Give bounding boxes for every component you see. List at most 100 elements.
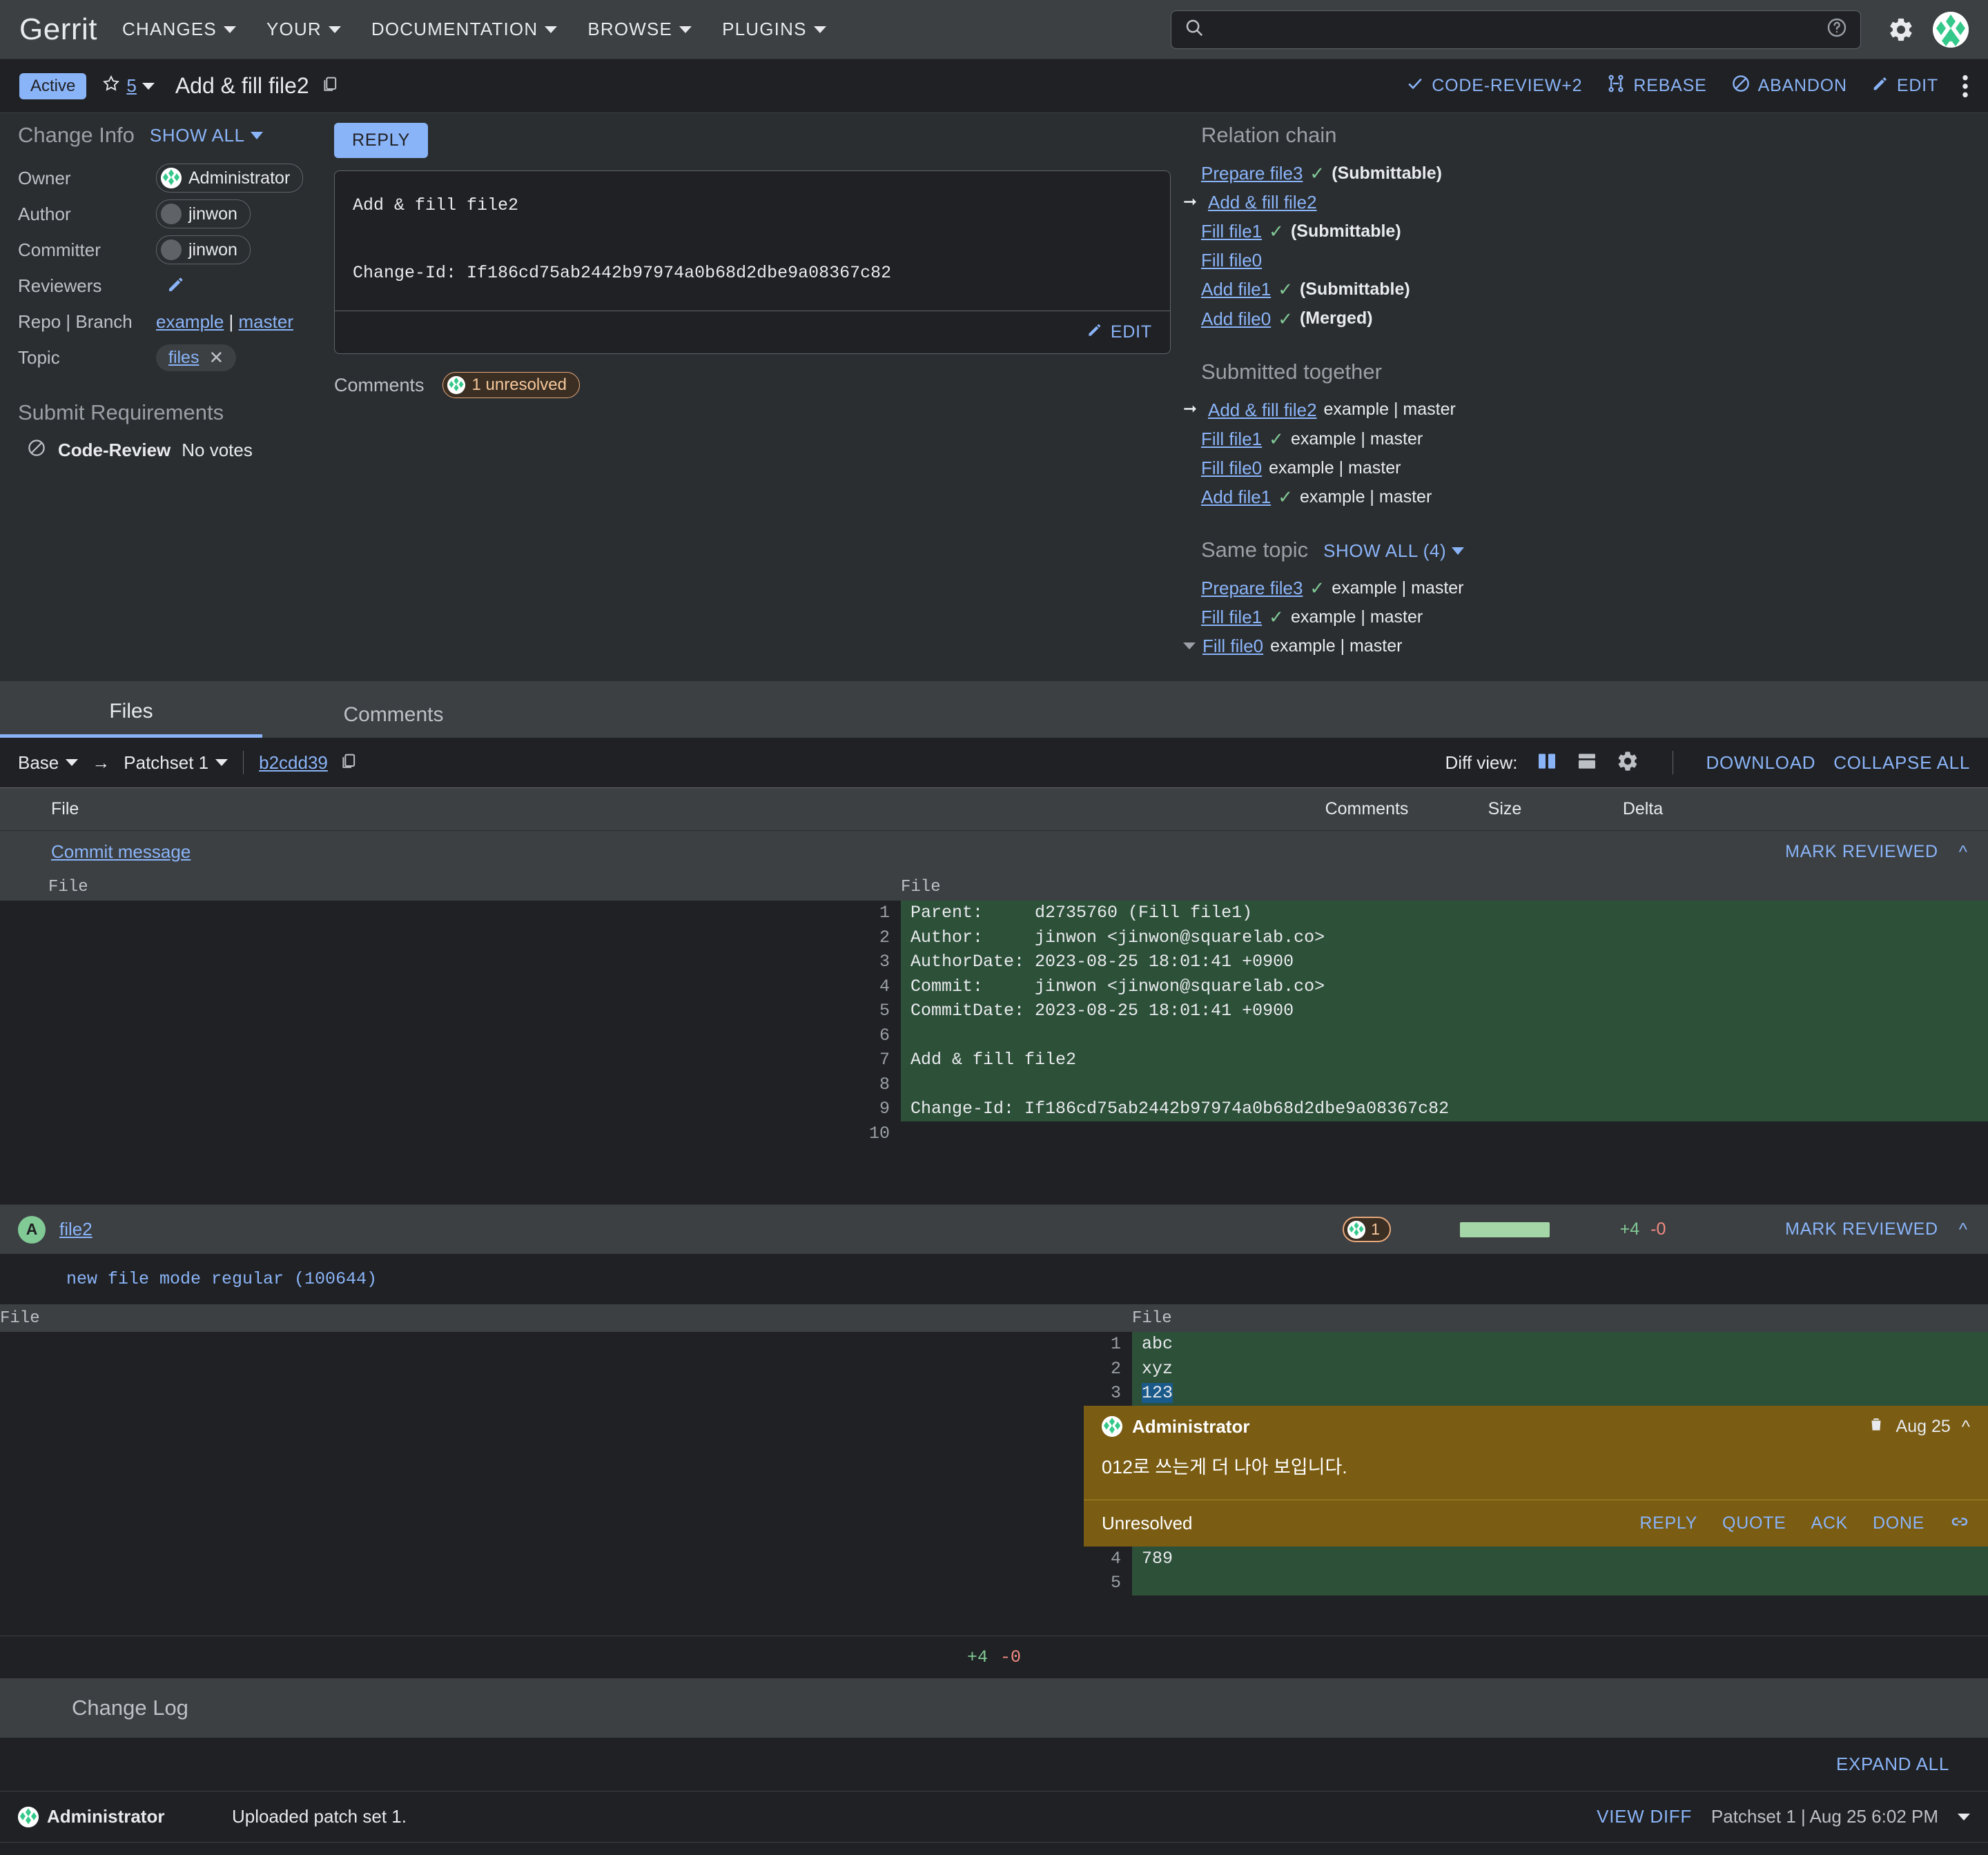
view-diff-button[interactable]: VIEW DIFF	[1597, 1806, 1692, 1827]
help-circle-icon[interactable]	[1826, 17, 1848, 42]
edit-button[interactable]: EDIT	[1871, 74, 1938, 98]
diff-view-controls: Diff view: DOWNLOAD COLLAPSE ALL	[1445, 749, 1970, 776]
chevron-up-icon[interactable]: ^	[1962, 1416, 1970, 1437]
nav-item-documentation[interactable]: DOCUMENTATION	[371, 19, 558, 40]
comment-count-chip[interactable]: 1	[1343, 1217, 1391, 1243]
submitted-together-link[interactable]: Add & fill file2	[1208, 395, 1317, 424]
chevron-down-icon	[215, 759, 228, 767]
copy-icon[interactable]	[320, 75, 340, 97]
relations-panel: Relation chain Prepare file3 ✓ (Submitta…	[1180, 123, 1988, 660]
close-icon[interactable]: ✕	[208, 349, 224, 366]
chevron-down-icon[interactable]	[142, 82, 155, 90]
edit-commit-message-button[interactable]: EDIT	[1086, 321, 1152, 344]
collapse-all-button[interactable]: COLLAPSE ALL	[1833, 752, 1970, 774]
comment-ack-button[interactable]: ACK	[1811, 1513, 1848, 1533]
search-input[interactable]	[1214, 19, 1816, 40]
gear-icon[interactable]	[1887, 16, 1915, 43]
list-item[interactable]: Administrator Topic set to files Patchse…	[0, 1843, 1988, 1855]
copy-icon[interactable]	[339, 752, 358, 774]
comment-reply-button[interactable]: REPLY	[1639, 1513, 1697, 1533]
change-info-header: Change Info SHOW ALL	[18, 123, 308, 148]
gerrit-logo[interactable]: Gerrit	[19, 12, 97, 47]
author-chip[interactable]: jinwon	[156, 199, 251, 228]
same-topic-link[interactable]: Fill file0	[1202, 631, 1263, 660]
edit-reviewers-button[interactable]	[156, 274, 186, 298]
diff-line: 6	[852, 1023, 1988, 1048]
same-topic-link[interactable]: Prepare file3	[1201, 573, 1303, 602]
star-control[interactable]: 5	[101, 74, 155, 98]
submitted-together-link[interactable]: Fill file1	[1201, 424, 1262, 453]
line-content	[901, 1023, 1988, 1048]
owner-chip[interactable]: Administrator	[156, 164, 304, 193]
unresolved-comments-chip[interactable]: 1 unresolved	[442, 372, 580, 399]
file-link-file2[interactable]: file2	[59, 1219, 92, 1240]
search-box[interactable]	[1171, 10, 1861, 49]
user-avatar[interactable]	[1933, 11, 1969, 48]
diff-footer-removed: -0	[1000, 1647, 1022, 1668]
same-topic-show-all-button[interactable]: SHOW ALL (4)	[1323, 540, 1465, 562]
tab-files[interactable]: Files	[0, 700, 262, 738]
topic-link[interactable]: files	[168, 348, 199, 368]
topic-chip[interactable]: files ✕	[156, 344, 237, 371]
change-log-message: Uploaded patch set 1.	[232, 1806, 407, 1827]
list-item[interactable]: Administrator Uploaded patch set 1. VIEW…	[0, 1792, 1988, 1843]
relation-chain-link[interactable]: Add & fill file2	[1208, 188, 1317, 217]
relation-chain-link[interactable]: Prepare file3	[1201, 159, 1303, 188]
rebase-button[interactable]: REBASE	[1606, 73, 1706, 99]
expand-all-button[interactable]: EXPAND ALL	[1836, 1754, 1949, 1775]
mark-reviewed-button[interactable]: MARK REVIEWED	[1785, 842, 1938, 862]
chevron-down-icon[interactable]	[1958, 1813, 1970, 1820]
diff-line-commented[interactable]: 3 123	[1084, 1381, 1988, 1406]
same-topic-link[interactable]: Fill file1	[1201, 602, 1262, 631]
base-select[interactable]: Base	[18, 752, 79, 774]
relation-chain-link[interactable]: Add file0	[1201, 304, 1271, 333]
diff-left-gutter-header: File	[0, 873, 852, 901]
line-content: Author: jinwon <jinwon@squarelab.co>	[901, 925, 1988, 950]
comment-quote-button[interactable]: QUOTE	[1722, 1513, 1786, 1533]
star-icon[interactable]	[101, 74, 121, 98]
submitted-together-link[interactable]: Add file1	[1201, 482, 1271, 511]
check-icon: ✓	[1309, 578, 1325, 599]
chevron-down-icon	[545, 26, 558, 33]
trash-icon[interactable]	[1867, 1415, 1885, 1438]
submitted-together-link[interactable]: Fill file0	[1201, 453, 1262, 482]
commit-sha-link[interactable]: b2cdd39	[259, 752, 328, 774]
table-row[interactable]: A file2 1 +4 -0 MARK REVIEWED ^	[0, 1204, 1988, 1255]
reply-button[interactable]: REPLY	[334, 123, 429, 158]
file-row-name-cell: A file2	[0, 1215, 1298, 1244]
side-by-side-icon[interactable]	[1536, 750, 1558, 776]
change-info-show-all-button[interactable]: SHOW ALL	[150, 125, 263, 146]
patchset-select[interactable]: Patchset 1	[124, 752, 228, 774]
more-vertical-icon[interactable]	[1962, 75, 1969, 98]
comment-done-button[interactable]: DONE	[1873, 1513, 1924, 1533]
nav-item-plugins[interactable]: PLUGINS	[722, 19, 826, 40]
repo-link[interactable]: example	[156, 311, 224, 332]
code-review-button[interactable]: CODE-REVIEW+2	[1405, 74, 1582, 98]
abandon-button[interactable]: ABANDON	[1731, 73, 1847, 99]
chevron-down-icon[interactable]	[1183, 642, 1196, 650]
top-navigation-bar: Gerrit CHANGES YOUR DOCUMENTATION BROWSE…	[0, 0, 1988, 59]
relation-chain-link[interactable]: Fill file0	[1201, 246, 1262, 275]
chevron-up-icon[interactable]: ^	[1959, 1219, 1967, 1240]
relation-chain-link[interactable]: Add file1	[1201, 275, 1271, 304]
committer-chip[interactable]: jinwon	[156, 235, 251, 264]
nav-item-your[interactable]: YOUR	[266, 19, 341, 40]
gear-icon[interactable]	[1616, 749, 1639, 776]
unified-view-icon[interactable]	[1576, 750, 1598, 776]
chevron-up-icon[interactable]: ^	[1959, 841, 1967, 863]
branch-link[interactable]: master	[239, 311, 293, 332]
star-count[interactable]: 5	[126, 75, 136, 97]
check-icon: ✓	[1278, 279, 1293, 300]
download-button[interactable]: DOWNLOAD	[1706, 752, 1816, 774]
current-arrow-icon: ➞	[1183, 192, 1198, 211]
table-row[interactable]: Commit message MARK REVIEWED ^	[0, 830, 1988, 874]
change-info-row-topic: Topic files ✕	[18, 340, 308, 375]
tab-comments[interactable]: Comments	[262, 703, 525, 738]
link-icon[interactable]	[1949, 1511, 1970, 1535]
mark-reviewed-button[interactable]: MARK REVIEWED	[1785, 1219, 1938, 1239]
selected-text: 123	[1142, 1383, 1173, 1404]
nav-item-browse[interactable]: BROWSE	[587, 19, 692, 40]
relation-chain-link[interactable]: Fill file1	[1201, 217, 1262, 246]
file-link-commit-message[interactable]: Commit message	[51, 841, 191, 862]
nav-item-changes[interactable]: CHANGES	[122, 19, 236, 40]
